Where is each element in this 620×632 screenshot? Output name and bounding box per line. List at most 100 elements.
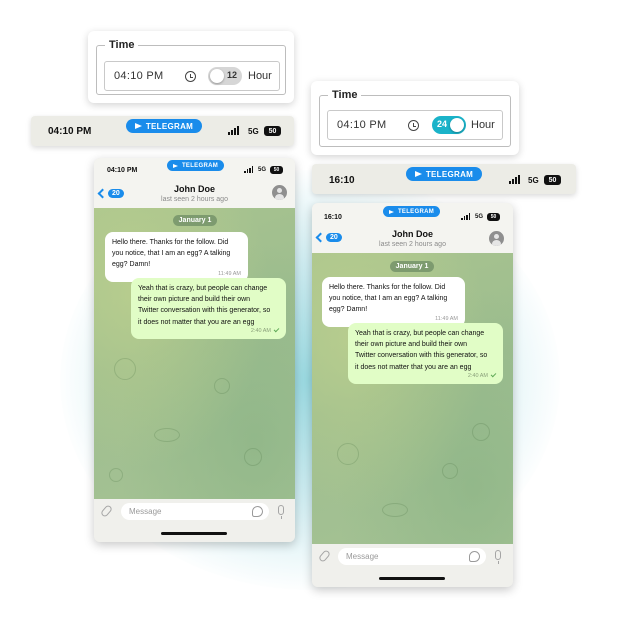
wallpaper-doodle bbox=[442, 463, 458, 479]
wallpaper-doodle bbox=[472, 423, 490, 441]
toggle-value: 12 bbox=[227, 70, 238, 80]
message-outgoing[interactable]: Yeah that is crazy, but people can chang… bbox=[131, 278, 286, 339]
contact-name[interactable]: John Doe bbox=[94, 184, 295, 194]
message-time: 2:40 AM bbox=[467, 372, 488, 379]
message-line: you notice, that I am an egg? A talking bbox=[329, 295, 448, 303]
message-time: 2:40 AM bbox=[250, 327, 271, 334]
battery-icon: 50 bbox=[544, 175, 561, 185]
message-bar: Message bbox=[94, 499, 295, 542]
status-time: 16:10 bbox=[324, 214, 342, 221]
clock-icon[interactable] bbox=[185, 71, 196, 82]
message-input[interactable]: Message bbox=[338, 548, 486, 565]
time-legend: Time bbox=[109, 39, 135, 51]
message-placeholder: Message bbox=[129, 507, 162, 516]
status-time: 04:10 PM bbox=[107, 167, 138, 174]
signal-icon bbox=[509, 175, 520, 184]
battery-icon: 50 bbox=[264, 126, 281, 136]
telegram-pill: TELEGRAM bbox=[126, 119, 202, 133]
status-time: 04:10 PM bbox=[48, 126, 92, 137]
hour-format-toggle[interactable]: 24 bbox=[432, 116, 466, 134]
battery-icon: 50 bbox=[487, 213, 500, 221]
telegram-icon bbox=[134, 123, 142, 129]
toggle-knob bbox=[450, 118, 464, 132]
time-value: 04:10 PM bbox=[337, 119, 387, 131]
chat-area: January 1 Hello there. Thanks for the fo… bbox=[312, 253, 513, 544]
time-legend: Time bbox=[332, 89, 358, 101]
app-label: TELEGRAM bbox=[425, 169, 474, 179]
sticker-icon[interactable] bbox=[252, 506, 263, 517]
message-line: Yeah that is crazy, but people can chang… bbox=[355, 330, 485, 337]
phone-24h: 16:10 TELEGRAM 5G 50 20 John Doe last se… bbox=[312, 203, 513, 587]
app-label: TELEGRAM bbox=[397, 208, 435, 215]
mic-icon[interactable] bbox=[278, 505, 284, 519]
network-label: 5G bbox=[258, 167, 267, 173]
chat-area: January 1 Hello there. Thanks for the fo… bbox=[94, 208, 295, 499]
chat-header: 16:10 TELEGRAM 5G 50 20 John Doe last se… bbox=[312, 203, 513, 253]
network-label: 5G bbox=[248, 127, 259, 136]
telegram-pill: TELEGRAM bbox=[167, 160, 224, 171]
mic-icon[interactable] bbox=[495, 550, 501, 564]
contact-name[interactable]: John Doe bbox=[312, 229, 513, 239]
message-meta: 2:40 AM bbox=[467, 371, 497, 381]
hour-label: Hour bbox=[248, 70, 272, 82]
time-value: 04:10 PM bbox=[114, 70, 164, 82]
home-indicator bbox=[379, 577, 445, 580]
wallpaper-doodle bbox=[244, 448, 262, 466]
signal-icon bbox=[461, 213, 470, 220]
app-label: TELEGRAM bbox=[145, 121, 194, 131]
read-check-icon bbox=[273, 326, 280, 333]
time-card-12h: Time 04:10 PM 12 Hour bbox=[88, 31, 294, 103]
chat-header: 04:10 PM TELEGRAM 5G 50 20 John Doe last… bbox=[94, 158, 295, 208]
app-label: TELEGRAM bbox=[181, 162, 219, 169]
message-line: Hello there. Thanks for the follow. Did bbox=[329, 284, 446, 291]
hour-format-toggle[interactable]: 12 bbox=[208, 67, 242, 85]
message-incoming[interactable]: Hello there. Thanks for the follow. Did … bbox=[322, 277, 465, 327]
message-line: Hello there. Thanks for the follow. Did bbox=[112, 239, 229, 246]
message-outgoing[interactable]: Yeah that is crazy, but people can chang… bbox=[348, 323, 503, 384]
hour-label: Hour bbox=[471, 119, 495, 131]
telegram-pill: TELEGRAM bbox=[406, 167, 482, 181]
wallpaper-doodle bbox=[337, 443, 359, 465]
message-input[interactable]: Message bbox=[121, 503, 269, 520]
message-bar: Message bbox=[312, 544, 513, 587]
read-check-icon bbox=[490, 371, 497, 378]
toggle-value: 24 bbox=[437, 119, 448, 129]
attach-icon[interactable] bbox=[99, 504, 114, 518]
telegram-pill: TELEGRAM bbox=[383, 206, 440, 217]
status-time: 16:10 bbox=[329, 175, 355, 186]
status-bar-24h: 16:10 TELEGRAM 5G 50 bbox=[312, 164, 576, 194]
message-line: Yeah that is crazy, but people can chang… bbox=[138, 285, 268, 292]
telegram-icon bbox=[414, 171, 422, 177]
avatar[interactable] bbox=[489, 231, 504, 246]
message-incoming[interactable]: Hello there. Thanks for the follow. Did … bbox=[105, 232, 248, 282]
sticker-icon[interactable] bbox=[469, 551, 480, 562]
time-input[interactable]: 04:10 PM 24 Hour bbox=[327, 110, 503, 140]
phone-12h: 04:10 PM TELEGRAM 5G 50 20 John Doe last… bbox=[94, 158, 295, 542]
network-label: 5G bbox=[475, 214, 484, 220]
message-line: their own picture and build their own bbox=[138, 296, 251, 304]
wallpaper-doodle bbox=[114, 358, 136, 380]
toggle-knob bbox=[210, 69, 224, 83]
status-bar-12h: 04:10 PM TELEGRAM 5G 50 bbox=[31, 116, 294, 146]
message-placeholder: Message bbox=[346, 552, 379, 561]
message-line: their own picture and build their own bbox=[355, 341, 468, 349]
message-line: you notice, that I am an egg? A talking bbox=[112, 250, 231, 258]
avatar[interactable] bbox=[272, 185, 287, 200]
signal-icon bbox=[228, 126, 239, 135]
wallpaper-doodle bbox=[214, 378, 230, 394]
wallpaper-doodle bbox=[109, 468, 123, 482]
time-input[interactable]: 04:10 PM 12 Hour bbox=[104, 61, 280, 91]
clock-icon[interactable] bbox=[408, 120, 419, 131]
message-meta: 2:40 AM bbox=[250, 326, 280, 336]
message-line: Twitter conversation with this generator… bbox=[355, 352, 488, 360]
attach-icon[interactable] bbox=[317, 549, 332, 563]
wallpaper-doodle bbox=[154, 428, 180, 442]
message-line: Twitter conversation with this generator… bbox=[138, 307, 271, 315]
home-indicator bbox=[161, 532, 227, 535]
telegram-icon bbox=[388, 209, 394, 214]
last-seen: last seen 2 hours ago bbox=[379, 241, 446, 248]
wallpaper-doodle bbox=[382, 503, 408, 517]
last-seen: last seen 2 hours ago bbox=[161, 196, 228, 203]
telegram-icon bbox=[172, 163, 178, 168]
signal-icon bbox=[244, 166, 253, 173]
